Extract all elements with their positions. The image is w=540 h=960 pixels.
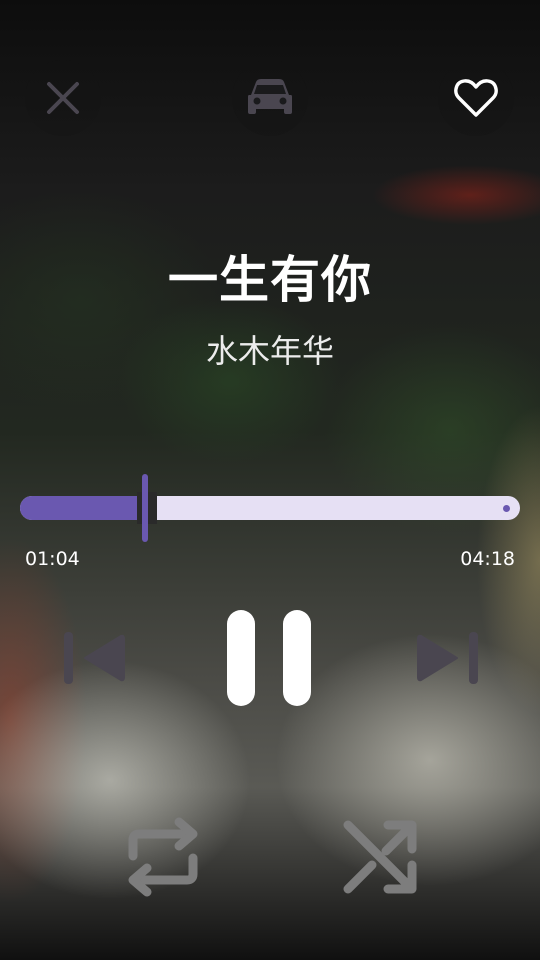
skip-previous-icon (64, 632, 125, 684)
car-mode-button[interactable] (232, 60, 308, 136)
music-player-screen: 一生有你 水木年华 01:04 04:18 (0, 0, 540, 960)
previous-button[interactable] (56, 620, 132, 696)
heart-outline-icon (454, 79, 498, 117)
progress-played (20, 496, 137, 520)
progress-slider[interactable] (20, 474, 520, 542)
next-button[interactable] (410, 620, 486, 696)
favorite-button[interactable] (438, 60, 514, 136)
total-time: 04:18 (460, 548, 515, 570)
shuffle-icon (343, 820, 417, 894)
repeat-icon (128, 817, 198, 897)
shuffle-button[interactable] (335, 812, 425, 902)
artist-name: 水木年华 (205, 332, 334, 370)
close-button[interactable] (25, 60, 101, 136)
repeat-button[interactable] (118, 812, 208, 902)
skip-next-icon (417, 632, 478, 684)
song-title: 一生有你 (168, 251, 372, 309)
play-pause-button[interactable] (215, 600, 325, 715)
progress-thumb[interactable] (142, 474, 148, 542)
progress-end-dot (503, 505, 510, 512)
close-icon (47, 82, 79, 114)
pause-icon (227, 609, 311, 706)
car-mode-icon (248, 79, 292, 114)
current-time: 01:04 (25, 548, 80, 570)
